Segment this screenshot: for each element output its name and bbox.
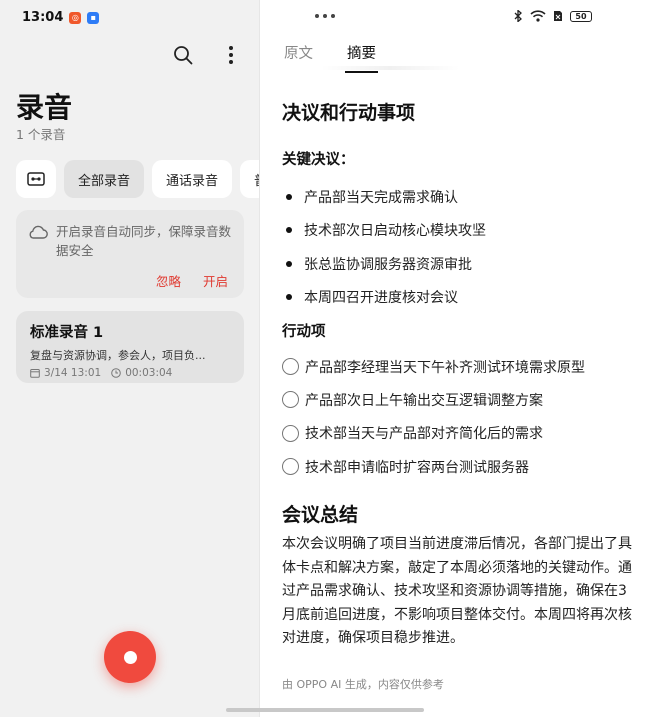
filter-cassette-button[interactable] [16, 160, 56, 198]
recording-count: 1 个录音 [16, 127, 66, 142]
section-title: 决议和行动事项 [282, 102, 416, 124]
checkbox-circle-icon[interactable] [282, 358, 299, 376]
action-item[interactable]: 产品部李经理当天下午补齐测试环境需求原型 [282, 350, 585, 383]
cassette-icon [27, 172, 45, 186]
status-bar-left: 13:04 ◎ ▪ [22, 10, 100, 25]
home-indicator[interactable] [226, 708, 424, 712]
bullet-icon [286, 227, 292, 234]
ai-disclaimer: 由 OPPO AI 生成，内容仅供参考 [282, 678, 444, 691]
tab-original-text[interactable]: 原文 [284, 42, 313, 73]
list-item: 技术部次日启动核心模块攻坚 [286, 214, 486, 248]
status-bar-right: 50 [513, 10, 592, 22]
filter-chips: 全部录音 通话录音 普 [16, 160, 260, 198]
cloud-icon [28, 224, 48, 244]
sim-card-icon [554, 11, 562, 21]
list-item: 产品部当天完成需求确认 [286, 180, 486, 214]
clock-icon [111, 368, 121, 378]
recording-date: 3/14 13:01 [44, 367, 102, 379]
wifi-icon [530, 10, 546, 22]
actions-heading: 行动项 [282, 324, 326, 340]
checkbox-circle-icon[interactable] [282, 458, 299, 476]
status-time: 13:04 [22, 10, 64, 25]
sync-prompt-card: 开启录音自动同步，保障录音数据安全 忽略 开启 [16, 210, 244, 298]
bluetooth-icon [514, 10, 522, 22]
list-item: 本周四召开进度核对会议 [286, 281, 486, 315]
action-item[interactable]: 技术部申请临时扩容两台测试服务器 [282, 450, 585, 483]
action-items-list: 产品部李经理当天下午补齐测试环境需求原型 产品部次日上午输出交互逻辑调整方案 技… [282, 350, 585, 483]
list-item: 张总监协调服务器资源审批 [286, 247, 486, 281]
checkbox-circle-icon[interactable] [282, 391, 299, 409]
app-notification-icon: ◎ [69, 11, 82, 24]
tab-divider [320, 66, 460, 70]
page-title: 录音 [16, 91, 73, 124]
top-actions [172, 44, 242, 66]
decisions-heading: 关键决议： [282, 152, 355, 168]
filter-call-recordings[interactable]: 通话录音 [152, 160, 233, 198]
summary-paragraph: 本次会议明确了项目当前进度滞后情况，各部门提出了具体卡点和解决方案，敲定了本周必… [282, 536, 632, 646]
enable-sync-button[interactable]: 开启 [203, 271, 228, 290]
bullet-icon [286, 193, 292, 200]
recording-description: 复盘与资源协调，参会人，项目负... [30, 349, 206, 362]
battery-icon: 50 [570, 10, 592, 22]
recording-title: 标准录音 1 [30, 325, 104, 341]
calendar-icon [30, 369, 40, 378]
record-dot-icon [123, 650, 137, 664]
action-item[interactable]: 产品部次日上午输出交互逻辑调整方案 [282, 383, 585, 416]
action-item[interactable]: 技术部当天与产品部对齐简化后的需求 [282, 417, 585, 450]
filter-partial-chip[interactable]: 普 [240, 160, 260, 198]
more-menu-icon[interactable] [220, 44, 242, 66]
decisions-list: 产品部当天完成需求确认 技术部次日启动核心模块攻坚 张总监协调服务器资源审批 本… [286, 180, 486, 314]
sync-message: 开启录音自动同步，保障录音数据安全 [56, 224, 232, 258]
ignore-button[interactable]: 忽略 [156, 271, 181, 290]
recording-duration: 00:03:04 [125, 367, 173, 379]
bullet-icon [286, 294, 292, 301]
app-notification-icon-2: ▪ [87, 11, 100, 24]
summary-heading: 会议总结 [282, 504, 359, 526]
summary-pane: 50 原文 摘要 决议和行动事项 关键决议： 产品部当天完成需求确认 技术部次日… [260, 0, 650, 717]
bullet-icon [286, 260, 292, 267]
filter-all-recordings[interactable]: 全部录音 [64, 160, 145, 198]
recording-list-item[interactable]: 标准录音 1 复盘与资源协调，参会人，项目负... 3/14 13:01 00:… [16, 311, 244, 383]
record-button[interactable] [104, 631, 156, 683]
search-icon[interactable] [172, 44, 194, 66]
recordings-pane: 13:04 ◎ ▪ 录音 1 个录音 全部录音 通话录音 普 开启录音自动同步，… [0, 0, 260, 717]
window-handle-icon[interactable] [315, 14, 335, 18]
checkbox-circle-icon[interactable] [282, 424, 299, 442]
